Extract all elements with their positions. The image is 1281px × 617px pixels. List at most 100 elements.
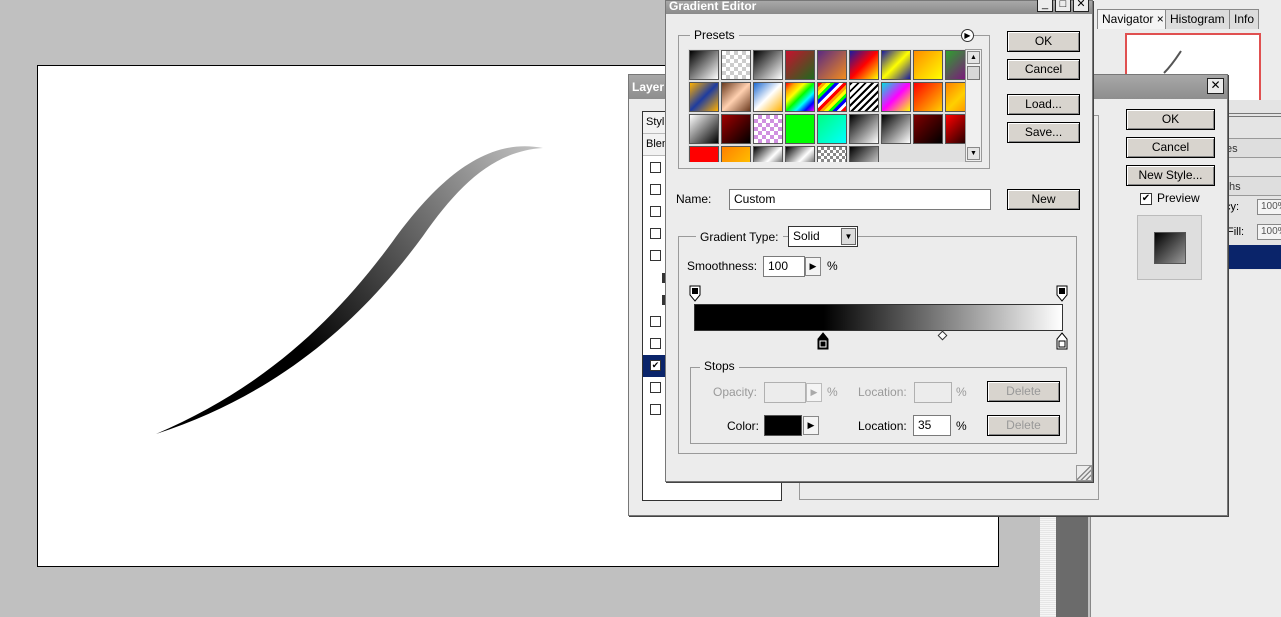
fill-label: Fill: [1227, 226, 1245, 238]
opacity-stop-left[interactable] [689, 285, 701, 303]
style-checkbox[interactable] [650, 404, 661, 415]
opacity-arrow-icon[interactable]: ▶ [806, 383, 822, 402]
preset-swatch[interactable] [945, 114, 965, 144]
selected-layer-row[interactable] [1221, 245, 1281, 269]
fill-field[interactable]: 100% [1257, 224, 1281, 240]
new-style-button[interactable]: New Style... [1126, 165, 1215, 186]
gradient-type-select[interactable]: Solid ▼ [788, 226, 858, 247]
style-checkbox[interactable] [650, 206, 661, 217]
color-arrow-icon[interactable]: ▶ [803, 416, 819, 435]
preset-swatch[interactable] [689, 50, 719, 80]
minimize-icon[interactable]: _ [1037, 0, 1053, 12]
style-checkbox[interactable] [650, 338, 661, 349]
opacity-stop-right[interactable] [1056, 285, 1068, 303]
preset-swatch[interactable] [881, 82, 911, 112]
style-checkbox[interactable] [650, 250, 661, 261]
stop-color-swatch[interactable] [764, 415, 802, 436]
preset-swatch[interactable] [721, 82, 751, 112]
preset-swatch[interactable] [945, 82, 965, 112]
smoothness-percent: % [827, 259, 838, 273]
preset-swatch[interactable] [849, 114, 879, 144]
presets-swatch-grid [688, 49, 965, 162]
maximize-icon[interactable]: □ [1055, 0, 1071, 12]
tab-navigator[interactable]: Navigator × [1097, 9, 1169, 29]
preset-swatch[interactable] [849, 50, 879, 80]
new-button[interactable]: New [1007, 189, 1080, 210]
name-input[interactable]: Custom [729, 189, 991, 210]
gradient-preview-bar[interactable] [694, 304, 1063, 331]
tab-info[interactable]: Info [1229, 9, 1260, 29]
preset-swatch[interactable] [785, 82, 815, 112]
presets-label: Presets [690, 28, 739, 42]
style-checkbox[interactable] [650, 184, 661, 195]
close-icon[interactable]: ✕ [1073, 0, 1089, 12]
preset-swatch[interactable] [753, 82, 783, 112]
preset-swatch[interactable] [721, 146, 751, 162]
delete-opacity-stop-button[interactable]: Delete [987, 381, 1060, 402]
color-stop-right[interactable] [1056, 332, 1068, 350]
preview-checkbox[interactable]: ✔ [1140, 193, 1152, 205]
style-checkbox[interactable] [650, 382, 661, 393]
preset-swatch[interactable] [689, 82, 719, 112]
color-location-percent: % [956, 419, 967, 433]
preset-swatch[interactable] [753, 50, 783, 80]
presets-scrollbar[interactable]: ▲ ▼ [965, 49, 982, 162]
preset-swatch[interactable] [753, 146, 783, 162]
style-checkbox[interactable] [650, 162, 661, 173]
tab-paths-fragment[interactable]: ths [1221, 176, 1281, 196]
preset-swatch[interactable] [817, 50, 847, 80]
style-checkbox-checked[interactable]: ✔ [650, 360, 661, 371]
preset-swatch[interactable] [913, 50, 943, 80]
preset-swatch[interactable] [785, 50, 815, 80]
save-button[interactable]: Save... [1007, 122, 1080, 143]
color-stop-selected[interactable] [817, 332, 829, 350]
scroll-up-icon[interactable]: ▲ [967, 51, 980, 64]
close-icon[interactable]: ✕ [1207, 78, 1224, 94]
tab-styles-fragment[interactable]: es [1221, 138, 1281, 158]
layer-style-cancel-button[interactable]: Cancel [1126, 137, 1215, 158]
preset-swatch[interactable] [785, 114, 815, 144]
gradient-editor-titlebar[interactable]: Gradient Editor _ □ ✕ [666, 0, 1092, 14]
preset-swatch[interactable] [785, 146, 815, 162]
style-preview-box [1137, 215, 1202, 280]
preset-swatch[interactable] [849, 146, 879, 162]
preset-swatch[interactable] [817, 114, 847, 144]
opacity-field[interactable]: 100% [1257, 199, 1281, 215]
preset-swatch[interactable] [881, 114, 911, 144]
preset-swatch[interactable] [689, 114, 719, 144]
scrollbar-track[interactable] [1040, 515, 1056, 617]
stop-opacity-input[interactable] [764, 382, 806, 403]
style-checkbox[interactable] [650, 228, 661, 239]
load-button[interactable]: Load... [1007, 94, 1080, 115]
preset-swatch[interactable] [913, 114, 943, 144]
preset-swatch[interactable] [753, 114, 783, 144]
color-location-input[interactable]: 35 [913, 415, 951, 436]
scroll-thumb[interactable] [967, 66, 980, 80]
presets-menu-icon[interactable]: ▶ [961, 29, 974, 42]
preset-swatch[interactable] [721, 114, 751, 144]
stops-label: Stops [700, 359, 739, 373]
smoothness-slider-arrow-icon[interactable]: ▶ [805, 257, 821, 276]
cancel-button[interactable]: Cancel [1007, 59, 1080, 80]
smoothness-input[interactable]: 100 [763, 256, 805, 277]
zoom-slider-track[interactable] [1221, 113, 1281, 117]
preset-swatch[interactable] [945, 50, 965, 80]
layer-style-ok-button[interactable]: OK [1126, 109, 1215, 130]
scroll-down-icon[interactable]: ▼ [967, 147, 980, 160]
resize-grip-icon[interactable] [1076, 465, 1092, 481]
opacity-location-input[interactable] [914, 382, 952, 403]
preset-swatch[interactable] [721, 50, 751, 80]
preset-swatch[interactable] [817, 146, 847, 162]
preset-swatch[interactable] [817, 82, 847, 112]
ok-button[interactable]: OK [1007, 31, 1080, 52]
tab-info-label: Info [1234, 12, 1255, 26]
chevron-down-icon[interactable]: ▼ [841, 228, 856, 245]
tab-histogram[interactable]: Histogram [1165, 9, 1230, 29]
preset-swatch[interactable] [913, 82, 943, 112]
preset-swatch[interactable] [849, 82, 879, 112]
delete-color-stop-button[interactable]: Delete [987, 415, 1060, 436]
preset-swatch[interactable] [881, 50, 911, 80]
tab-close-icon[interactable]: × [1157, 12, 1164, 26]
preset-swatch[interactable] [689, 146, 719, 162]
style-checkbox[interactable] [650, 316, 661, 327]
